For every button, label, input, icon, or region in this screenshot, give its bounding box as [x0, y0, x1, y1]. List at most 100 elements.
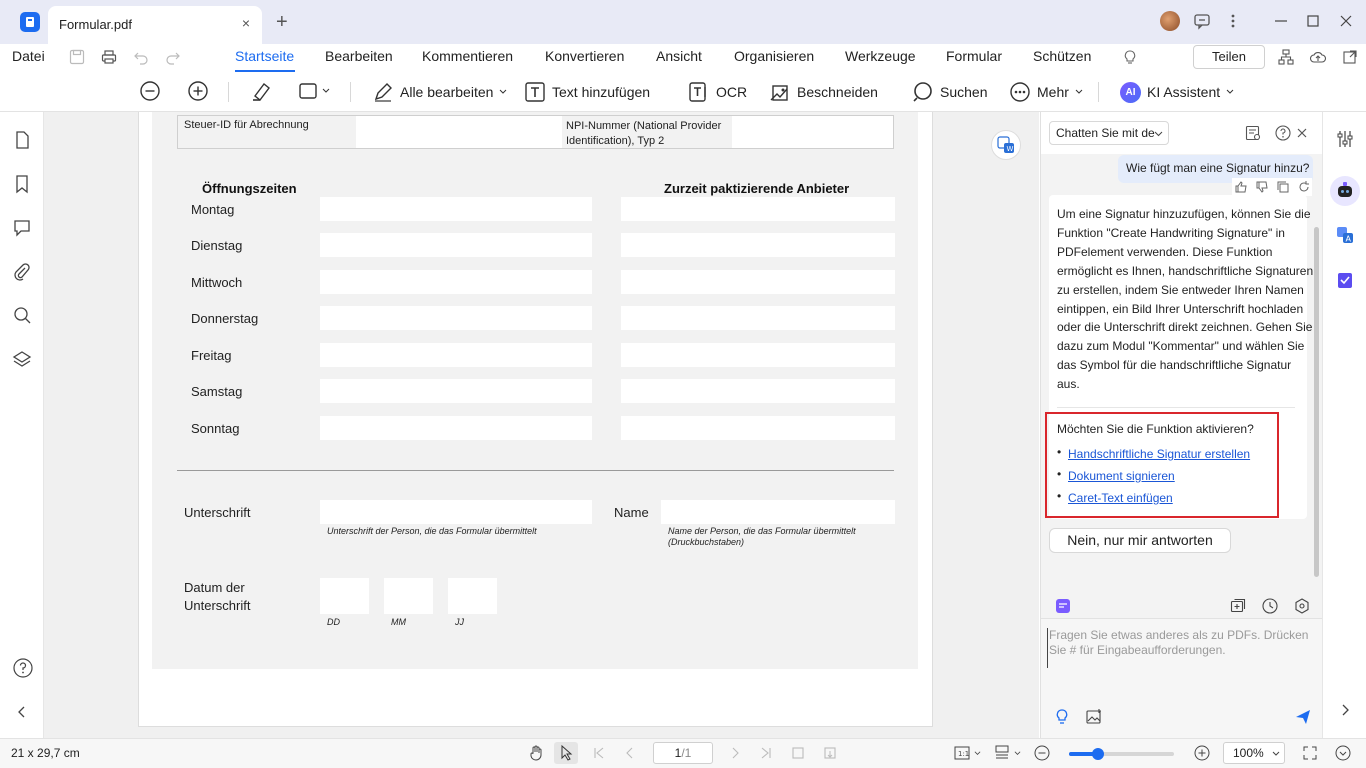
tab-kommentieren[interactable]: Kommentieren [422, 48, 513, 64]
signature-field[interactable] [320, 500, 592, 524]
tab-formular[interactable]: Formular [946, 48, 1002, 64]
send-icon[interactable] [1294, 708, 1312, 726]
zoom-in-icon[interactable] [1193, 744, 1211, 762]
zoom-out-icon[interactable] [139, 80, 161, 102]
document-list-icon[interactable] [1244, 124, 1262, 142]
more-button[interactable]: Mehr [1009, 80, 1083, 104]
chat-input[interactable]: Fragen Sie etwas anderes als zu PDFs. Dr… [1047, 628, 1315, 668]
model-settings-icon[interactable] [1293, 597, 1311, 615]
prompt-library-icon[interactable] [1055, 598, 1071, 614]
zoom-in-icon[interactable] [187, 80, 209, 102]
sign-document-link[interactable]: Dokument signieren [1068, 469, 1175, 483]
image-upload-icon[interactable] [1085, 708, 1103, 726]
translate-float-button[interactable]: W [991, 130, 1021, 160]
more-options-icon[interactable] [1226, 12, 1240, 30]
highlighter-icon[interactable] [250, 80, 272, 102]
redo-icon[interactable] [164, 48, 182, 66]
extract-page-icon[interactable] [822, 745, 838, 761]
first-page-icon[interactable] [591, 745, 607, 761]
lightbulb-icon[interactable] [1121, 48, 1139, 66]
task-check-icon[interactable] [1335, 270, 1355, 290]
new-chat-icon[interactable] [1229, 597, 1247, 615]
new-tab-icon[interactable]: + [276, 12, 292, 32]
hours-field[interactable] [320, 306, 592, 330]
zoom-out-icon[interactable] [1033, 744, 1051, 762]
reply-only-button[interactable]: Nein, nur mir antworten [1049, 528, 1231, 553]
date-day-field[interactable] [320, 578, 369, 614]
edit-all-button[interactable]: Alle bearbeiten [372, 80, 507, 104]
thumbs-down-icon[interactable] [1255, 180, 1269, 194]
document-tab[interactable]: Formular.pdf × [48, 6, 262, 44]
copy-icon[interactable] [1276, 180, 1290, 194]
fullscreen-icon[interactable] [1301, 744, 1319, 762]
provider-field[interactable] [621, 306, 895, 330]
date-year-field[interactable] [448, 578, 497, 614]
hand-tool-icon[interactable] [528, 744, 546, 762]
hours-field[interactable] [320, 233, 592, 257]
close-window-icon[interactable] [1338, 12, 1354, 30]
expand-right-icon[interactable] [1335, 700, 1355, 720]
zoom-slider-thumb[interactable] [1092, 748, 1105, 760]
tax-id-field[interactable] [356, 116, 562, 148]
next-page-icon[interactable] [727, 745, 743, 761]
hours-field[interactable] [320, 379, 592, 403]
tab-bearbeiten[interactable]: Bearbeiten [325, 48, 393, 64]
regenerate-icon[interactable] [1297, 180, 1311, 194]
shape-rectangle-icon[interactable] [298, 81, 330, 101]
external-window-icon[interactable] [1341, 48, 1359, 66]
fit-page-icon[interactable]: 1:1 [953, 744, 981, 762]
prev-page-icon[interactable] [622, 745, 638, 761]
rotate-page-icon[interactable] [790, 745, 806, 761]
provider-field[interactable] [621, 270, 895, 294]
history-icon[interactable] [1261, 597, 1279, 615]
layers-icon[interactable] [12, 349, 32, 369]
page-thumbnail-icon[interactable] [12, 130, 32, 150]
app-logo-icon[interactable] [20, 12, 40, 32]
provider-field[interactable] [621, 379, 895, 403]
provider-field[interactable] [621, 416, 895, 440]
save-icon[interactable] [68, 48, 86, 66]
thumbs-up-icon[interactable] [1234, 180, 1248, 194]
ocr-button[interactable]: OCR [688, 80, 747, 104]
page-number-input[interactable]: 1/1 [653, 742, 713, 764]
hours-field[interactable] [320, 416, 592, 440]
connect-icon[interactable] [1277, 48, 1295, 66]
date-month-field[interactable] [384, 578, 433, 614]
hours-field[interactable] [320, 197, 592, 221]
share-button[interactable]: Teilen [1193, 45, 1265, 69]
hours-field[interactable] [320, 270, 592, 294]
select-tool-icon[interactable] [554, 742, 578, 764]
page-layout-icon[interactable] [993, 744, 1021, 762]
insert-caret-text-link[interactable]: Caret-Text einfügen [1068, 491, 1173, 505]
close-tab-icon[interactable]: × [238, 15, 254, 31]
ai-assistant-button[interactable]: AI KI Assistent [1120, 80, 1234, 104]
crop-button[interactable]: Beschneiden [769, 80, 878, 104]
maximize-icon[interactable] [1305, 12, 1321, 30]
tab-organisieren[interactable]: Organisieren [734, 48, 814, 64]
menu-file[interactable]: Datei [12, 48, 45, 64]
collapse-sidebar-icon[interactable] [12, 702, 32, 722]
provider-field[interactable] [621, 343, 895, 367]
translate-icon[interactable]: A [1335, 225, 1355, 245]
ai-robot-tab[interactable] [1330, 176, 1360, 206]
provider-field[interactable] [621, 233, 895, 257]
search-button[interactable]: Suchen [912, 80, 987, 104]
tab-konvertieren[interactable]: Konvertieren [545, 48, 624, 64]
scroll-down-icon[interactable] [1334, 744, 1352, 762]
cloud-upload-icon[interactable] [1309, 48, 1327, 66]
last-page-icon[interactable] [758, 745, 774, 761]
undo-icon[interactable] [132, 48, 150, 66]
name-field[interactable] [661, 500, 895, 524]
help-icon[interactable] [12, 657, 33, 678]
chat-mode-select[interactable]: Chatten Sie mit de [1049, 121, 1169, 145]
minimize-icon[interactable] [1273, 12, 1289, 30]
feedback-icon[interactable] [1193, 12, 1211, 30]
attachment-icon[interactable] [12, 262, 32, 282]
add-text-button[interactable]: Text hinzufügen [524, 80, 650, 104]
search-icon[interactable] [12, 305, 32, 325]
create-handwriting-signature-link[interactable]: Handschriftliche Signatur erstellen [1068, 447, 1250, 461]
close-panel-icon[interactable] [1293, 124, 1311, 142]
comment-icon[interactable] [12, 218, 32, 238]
print-icon[interactable] [100, 48, 118, 66]
npi-field[interactable] [732, 116, 893, 148]
